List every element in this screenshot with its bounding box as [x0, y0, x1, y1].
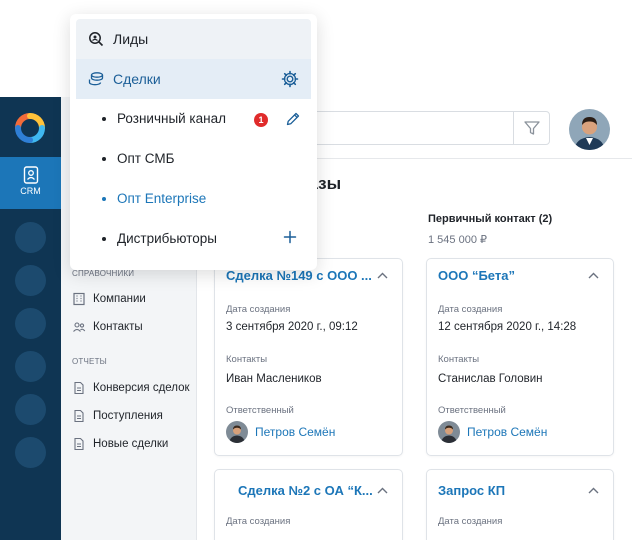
document-icon — [74, 409, 84, 423]
sidebar-item-new-deals[interactable]: Новые сделки — [72, 437, 168, 451]
deal-title-link[interactable]: Сделка №149 с ООО ... — [226, 268, 371, 283]
filter-button[interactable] — [513, 111, 550, 145]
deal-title-link[interactable]: ООО “Бета” — [438, 268, 583, 283]
menu-pipeline-retail[interactable]: Розничный канал — [102, 111, 226, 126]
sidebar-item-deal-conversion[interactable]: Конверсия сделок — [72, 381, 190, 395]
chevron-up-icon[interactable] — [588, 272, 599, 279]
rail-app-slot[interactable] — [15, 308, 46, 339]
deal-title-link[interactable]: Сделка №2 с ОА “К... — [238, 483, 373, 498]
rail-app-slot[interactable] — [15, 394, 46, 425]
filter-icon — [523, 121, 540, 135]
deal-card[interactable]: Сделка №2 с ОА “К... Дата создания — [214, 469, 403, 540]
bullet — [102, 236, 106, 241]
rail-app-slot[interactable] — [15, 265, 46, 296]
contact-book-icon — [23, 166, 38, 184]
pipeline-label: Опт Enterprise — [117, 191, 207, 206]
contact-name: Станислав Головин — [438, 373, 543, 385]
sidebar-item-income[interactable]: Поступления — [72, 409, 163, 423]
owner-avatar — [438, 421, 460, 443]
rail-app-slot[interactable] — [15, 351, 46, 382]
sidebar-item-label: Новые сделки — [93, 438, 169, 450]
bullet — [102, 156, 106, 161]
bullet — [102, 116, 106, 121]
rail-tab-crm[interactable]: CRM — [0, 157, 61, 209]
created-date: 12 сентября 2020 г., 14:28 — [438, 321, 577, 333]
contact-name: Иван Маслеников — [226, 373, 322, 385]
building-icon — [73, 292, 85, 306]
menu-item-leads[interactable]: Лиды — [76, 19, 311, 59]
menu-item-label: Лиды — [113, 31, 149, 47]
field-label: Контакты — [438, 354, 480, 365]
chevron-up-icon[interactable] — [377, 487, 388, 494]
field-label: Дата создания — [226, 516, 291, 527]
rail-tab-label: CRM — [20, 186, 41, 196]
field-label: Дата создания — [438, 304, 503, 315]
document-icon — [74, 381, 84, 395]
rail-app-slot[interactable] — [15, 222, 46, 253]
field-label: Ответственный — [226, 405, 294, 416]
gear-icon[interactable] — [281, 70, 299, 88]
deal-title-link[interactable]: Запрос КП — [438, 483, 578, 498]
menu-pipeline-opt-smb[interactable]: Опт СМБ — [102, 151, 174, 166]
user-avatar[interactable] — [569, 109, 610, 150]
chevron-up-icon[interactable] — [377, 272, 388, 279]
app-logo-icon — [15, 113, 45, 143]
owner-avatar — [226, 421, 248, 443]
owner-link[interactable]: Петров Семён — [226, 421, 335, 443]
people-icon — [73, 322, 86, 332]
coins-icon — [88, 72, 104, 86]
owner-name: Петров Семён — [255, 425, 336, 439]
owner-link[interactable]: Петров Семён — [438, 421, 547, 443]
menu-item-label: Сделки — [113, 71, 161, 87]
pencil-icon[interactable] — [285, 111, 301, 127]
menu-item-deals[interactable]: Сделки — [76, 59, 311, 99]
field-label: Дата создания — [438, 516, 503, 527]
sidebar-item-label: Поступления — [93, 410, 163, 422]
plus-icon[interactable] — [283, 230, 297, 244]
column-sum: 1 545 000 ₽ — [428, 234, 487, 246]
deal-card[interactable]: Запрос КП Дата создания — [426, 469, 614, 540]
sidebar-item-contacts[interactable]: Контакты — [72, 320, 143, 334]
menu-pipeline-distributors[interactable]: Дистрибьюторы — [102, 231, 217, 246]
user-avatar-photo — [569, 109, 610, 150]
pipeline-label: Опт СМБ — [117, 151, 175, 166]
search-person-icon — [89, 32, 104, 47]
rail-app-slot[interactable] — [15, 437, 46, 468]
pipeline-label: Дистрибьюторы — [117, 231, 218, 246]
document-icon — [74, 437, 84, 451]
sidebar-item-label: Компании — [93, 293, 146, 305]
sidebar-section-directories: СПРАВОЧНИКИ — [72, 269, 135, 278]
sidebar-item-label: Контакты — [93, 321, 143, 333]
field-label: Контакты — [226, 354, 268, 365]
owner-name: Петров Семён — [467, 425, 548, 439]
sidebar-item-label: Конверсия сделок — [93, 382, 190, 394]
column-header: Первичный контакт (2) — [428, 213, 553, 225]
bullet — [102, 196, 106, 201]
notification-badge: 1 — [254, 113, 268, 127]
sidebar-item-companies[interactable]: Компании — [72, 292, 146, 306]
deal-card[interactable]: Сделка №149 с ООО ... Дата создания 3 се… — [214, 258, 403, 456]
crm-section-menu: Лиды Сделки Розничный канал 1 Опт СМБ Оп… — [70, 14, 317, 270]
menu-pipeline-opt-enterprise[interactable]: Опт Enterprise — [102, 191, 206, 206]
field-label: Ответственный — [438, 405, 506, 416]
created-date: 3 сентября 2020 г., 09:12 — [226, 321, 358, 333]
pipeline-label: Розничный канал — [117, 111, 226, 126]
sidebar-section-reports: ОТЧЕТЫ — [72, 357, 107, 366]
deal-card[interactable]: ООО “Бета” Дата создания 12 сентября 202… — [426, 258, 614, 456]
chevron-up-icon[interactable] — [588, 487, 599, 494]
field-label: Дата создания — [226, 304, 291, 315]
